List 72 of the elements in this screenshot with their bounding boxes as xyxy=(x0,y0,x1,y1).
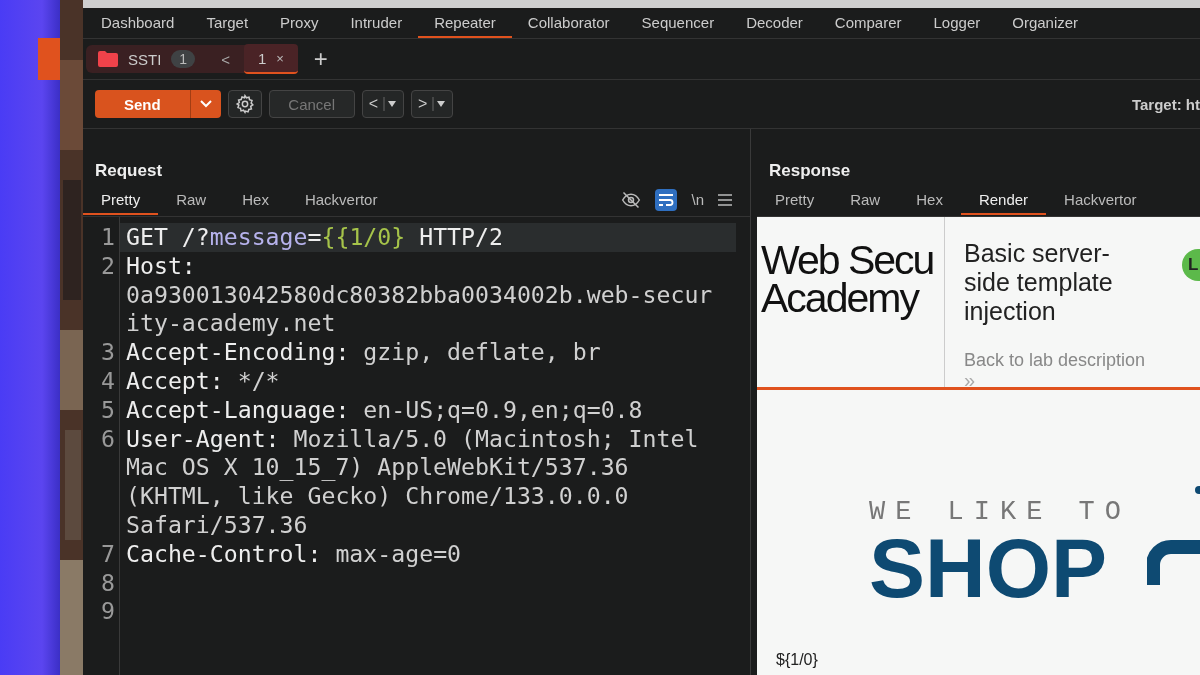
line-number: 4 xyxy=(101,367,115,394)
tab-count: 1 xyxy=(171,50,196,68)
code-line: Accept-Language: en-US;q=0.9,en;q=0.8 xyxy=(126,395,643,423)
view-tab[interactable]: Hackvertor xyxy=(1046,184,1155,215)
wrap-icon xyxy=(658,192,675,207)
wrap-toggle[interactable] xyxy=(655,188,678,211)
nav-tab[interactable]: Intruder xyxy=(334,8,419,38)
back-button[interactable]: < xyxy=(361,90,405,118)
hero-title: SHOP xyxy=(869,527,1108,609)
status-badge: L xyxy=(1182,249,1200,281)
view-tab[interactable]: Hex xyxy=(898,184,961,215)
target-label: Target: ht xyxy=(1131,95,1200,113)
site-logo-text: Web Secu xyxy=(760,241,935,279)
nav-tab[interactable]: Repeater xyxy=(418,8,512,38)
view-tab[interactable]: Hex xyxy=(224,184,287,215)
line-number: 2 xyxy=(101,251,115,279)
nav-tab[interactable]: Sequencer xyxy=(625,8,731,38)
nav-tab[interactable]: Decoder xyxy=(730,8,819,38)
line-number: 6 xyxy=(101,424,115,452)
line-number: 7 xyxy=(101,539,115,567)
nav-tab[interactable]: Dashboard xyxy=(85,8,191,38)
view-tab[interactable]: Pretty xyxy=(83,184,159,215)
caret-icon xyxy=(432,97,447,111)
settings-button[interactable] xyxy=(227,90,262,118)
tab-group[interactable]: SSTI 1 < 1 × xyxy=(86,45,298,73)
code-line: (KHTML, like Gecko) Chrome/133.0.0.0 xyxy=(126,482,629,510)
newline-toggle[interactable]: \n xyxy=(691,191,704,208)
code-line: ity-academy.net xyxy=(126,309,336,337)
nav-tab[interactable]: Logger xyxy=(917,8,997,38)
eye-off-icon[interactable] xyxy=(621,190,642,209)
close-button[interactable]: × xyxy=(276,50,284,66)
add-tab-button[interactable]: + xyxy=(307,45,328,73)
view-tab[interactable]: Render xyxy=(960,184,1047,215)
settings-icon xyxy=(234,94,255,114)
arrow-glyph: » xyxy=(964,371,977,389)
caret-icon xyxy=(383,97,398,111)
panel-title: Request xyxy=(94,160,164,182)
line-number: 3 xyxy=(101,338,115,366)
lab-title: Basic server-side template injection xyxy=(964,239,1114,326)
group-label: SSTI xyxy=(128,50,162,68)
view-tab[interactable]: Raw xyxy=(832,184,899,215)
panel-title: Response xyxy=(768,160,852,182)
code-line: Accept: */* xyxy=(126,367,280,394)
nav-tab[interactable]: Target xyxy=(190,8,265,38)
code-line: Cache-Control: max-age=0 xyxy=(126,539,462,567)
folder-icon xyxy=(98,51,118,67)
collapse-button[interactable]: < xyxy=(207,50,244,68)
forward-button[interactable]: > xyxy=(411,90,454,118)
request-tab[interactable]: 1 × xyxy=(243,44,298,74)
view-tab[interactable]: Raw xyxy=(158,184,225,215)
chevron-down-icon xyxy=(198,99,213,109)
line-number: 5 xyxy=(101,395,115,423)
hero-tagline: WE LIKE TO xyxy=(869,497,1133,527)
view-tab[interactable]: Hackvertor xyxy=(286,184,396,215)
code-line: 0a930013042580dc80382bba0034002b.web-secur xyxy=(126,280,713,308)
code-line: Host: xyxy=(126,251,196,279)
line-number: 8 xyxy=(101,568,115,596)
code-line: GET /?message={{1/0} HTTP/2 xyxy=(126,223,503,250)
code-line: Accept-Encoding: gzip, deflate, br xyxy=(126,338,601,366)
send-button[interactable]: Send xyxy=(95,90,221,118)
line-number: 9 xyxy=(101,597,115,625)
code-line: Mac OS X 10_15_7) AppleWebKit/537.36 xyxy=(126,453,629,481)
nav-tab[interactable]: Proxy xyxy=(264,8,335,38)
code-line: User-Agent: Mozilla/5.0 (Macintosh; Intel xyxy=(126,424,699,452)
nav-tab[interactable]: Comparer xyxy=(818,8,918,38)
menu-icon[interactable] xyxy=(718,193,732,206)
line-number: 1 xyxy=(101,223,115,250)
nav-tab[interactable]: Collaborator xyxy=(511,8,626,38)
code-line: Safari/537.36 xyxy=(126,510,308,538)
output-text: ${1/0} xyxy=(776,651,819,669)
view-tab[interactable]: Pretty xyxy=(757,184,833,215)
nav-tab[interactable]: Organizer xyxy=(996,8,1095,38)
